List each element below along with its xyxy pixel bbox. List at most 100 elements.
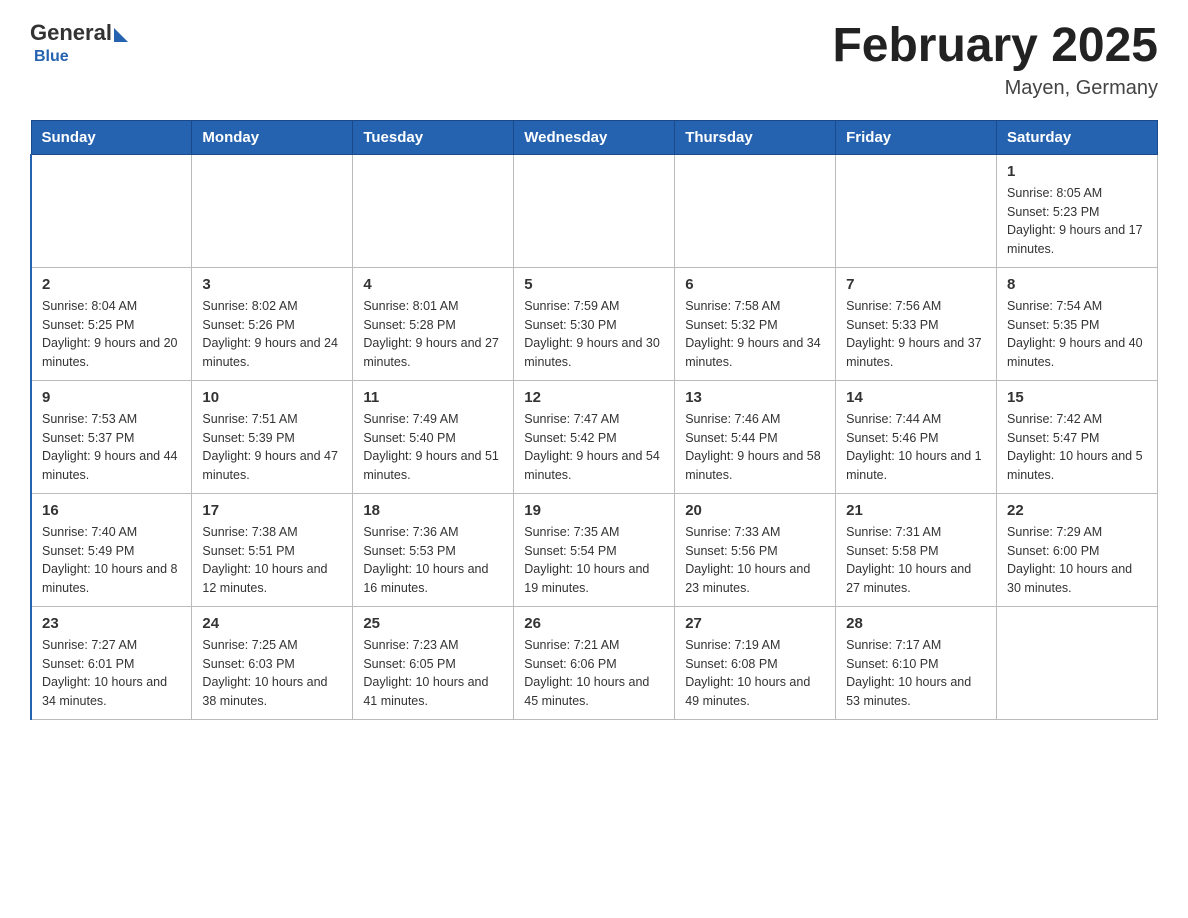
- calendar-cell: 26 Sunrise: 7:21 AMSunset: 6:06 PMDayligh…: [514, 606, 675, 719]
- calendar-cell: 4 Sunrise: 8:01 AMSunset: 5:28 PMDaylight…: [353, 267, 514, 380]
- calendar-cell: 13Sunrise: 7:46 AMSunset: 5:44 PMDayligh…: [675, 380, 836, 493]
- day-number: 23: [42, 615, 181, 632]
- calendar-cell: 8 Sunrise: 7:54 AMSunset: 5:35 PMDaylight…: [997, 267, 1158, 380]
- calendar-cell: 14 Sunrise: 7:44 AMSunset: 5:46 PMDayligh…: [836, 380, 997, 493]
- calendar-cell: 24 Sunrise: 7:25 AMSunset: 6:03 PMDayligh…: [192, 606, 353, 719]
- calendar-cell: 19 Sunrise: 7:35 AMSunset: 5:54 PMDayligh…: [514, 493, 675, 606]
- calendar-week-5: 23 Sunrise: 7:27 AMSunset: 6:01 PMDayligh…: [31, 606, 1158, 719]
- day-header-tuesday: Tuesday: [353, 120, 514, 154]
- day-number: 8: [1007, 276, 1147, 293]
- day-number: 5: [524, 276, 664, 293]
- day-header-monday: Monday: [192, 120, 353, 154]
- calendar-subtitle: Mayen, Germany: [832, 77, 1158, 100]
- calendar-cell: 15 Sunrise: 7:42 AMSunset: 5:47 PMDayligh…: [997, 380, 1158, 493]
- calendar-cell: 28Sunrise: 7:17 AMSunset: 6:10 PMDayligh…: [836, 606, 997, 719]
- day-info: Sunrise: 8:02 AMSunset: 5:26 PMDaylight:…: [202, 297, 342, 372]
- calendar-body: 1 Sunrise: 8:05 AMSunset: 5:23 PMDaylight…: [31, 154, 1158, 719]
- calendar-cell: 6 Sunrise: 7:58 AMSunset: 5:32 PMDaylight…: [675, 267, 836, 380]
- calendar-week-3: 9Sunrise: 7:53 AMSunset: 5:37 PMDaylight…: [31, 380, 1158, 493]
- day-number: 21: [846, 502, 986, 519]
- day-info: Sunrise: 8:04 AMSunset: 5:25 PMDaylight:…: [42, 297, 181, 372]
- day-info: Sunrise: 7:59 AMSunset: 5:30 PMDaylight:…: [524, 297, 664, 372]
- day-number: 20: [685, 502, 825, 519]
- calendar-cell: 2 Sunrise: 8:04 AMSunset: 5:25 PMDaylight…: [31, 267, 192, 380]
- calendar-cell: 16 Sunrise: 7:40 AMSunset: 5:49 PMDayligh…: [31, 493, 192, 606]
- calendar-cell: [31, 154, 192, 267]
- day-info: Sunrise: 7:33 AMSunset: 5:56 PMDaylight:…: [685, 523, 825, 598]
- day-number: 14: [846, 389, 986, 406]
- calendar-title: February 2025: [832, 20, 1158, 73]
- day-number: 9: [42, 389, 181, 406]
- day-number: 7: [846, 276, 986, 293]
- day-info: Sunrise: 7:58 AMSunset: 5:32 PMDaylight:…: [685, 297, 825, 372]
- day-number: 10: [202, 389, 342, 406]
- calendar-cell: 23 Sunrise: 7:27 AMSunset: 6:01 PMDayligh…: [31, 606, 192, 719]
- day-number: 3: [202, 276, 342, 293]
- calendar-cell: [675, 154, 836, 267]
- day-header-friday: Friday: [836, 120, 997, 154]
- day-number: 27: [685, 615, 825, 632]
- day-number: 18: [363, 502, 503, 519]
- calendar-cell: [836, 154, 997, 267]
- page-header: General Blue February 2025 Mayen, German…: [30, 20, 1158, 100]
- logo: General Blue: [30, 20, 128, 66]
- day-info: Sunrise: 7:27 AMSunset: 6:01 PMDaylight:…: [42, 636, 181, 711]
- day-info: Sunrise: 7:51 AMSunset: 5:39 PMDaylight:…: [202, 410, 342, 485]
- day-number: 15: [1007, 389, 1147, 406]
- day-info: Sunrise: 7:49 AMSunset: 5:40 PMDaylight:…: [363, 410, 503, 485]
- day-number: 24: [202, 615, 342, 632]
- calendar-cell: 25Sunrise: 7:23 AMSunset: 6:05 PMDayligh…: [353, 606, 514, 719]
- calendar-cell: 17Sunrise: 7:38 AMSunset: 5:51 PMDayligh…: [192, 493, 353, 606]
- calendar-cell: [514, 154, 675, 267]
- day-number: 4: [363, 276, 503, 293]
- day-number: 16: [42, 502, 181, 519]
- calendar-cell: [353, 154, 514, 267]
- day-number: 26: [524, 615, 664, 632]
- day-info: Sunrise: 7:44 AMSunset: 5:46 PMDaylight:…: [846, 410, 986, 485]
- calendar-week-1: 1 Sunrise: 8:05 AMSunset: 5:23 PMDaylight…: [31, 154, 1158, 267]
- day-info: Sunrise: 7:23 AMSunset: 6:05 PMDaylight:…: [363, 636, 503, 711]
- day-info: Sunrise: 7:21 AMSunset: 6:06 PMDaylight:…: [524, 636, 664, 711]
- calendar-header: SundayMondayTuesdayWednesdayThursdayFrid…: [31, 120, 1158, 154]
- calendar-cell: 1 Sunrise: 8:05 AMSunset: 5:23 PMDaylight…: [997, 154, 1158, 267]
- calendar-cell: 7 Sunrise: 7:56 AMSunset: 5:33 PMDaylight…: [836, 267, 997, 380]
- logo-blue-text: Blue: [34, 48, 69, 66]
- day-info: Sunrise: 7:36 AMSunset: 5:53 PMDaylight:…: [363, 523, 503, 598]
- calendar-cell: 5 Sunrise: 7:59 AMSunset: 5:30 PMDaylight…: [514, 267, 675, 380]
- calendar-cell: 20 Sunrise: 7:33 AMSunset: 5:56 PMDayligh…: [675, 493, 836, 606]
- day-info: Sunrise: 7:35 AMSunset: 5:54 PMDaylight:…: [524, 523, 664, 598]
- day-info: Sunrise: 7:31 AMSunset: 5:58 PMDaylight:…: [846, 523, 986, 598]
- calendar-cell: 12Sunrise: 7:47 AMSunset: 5:42 PMDayligh…: [514, 380, 675, 493]
- day-info: Sunrise: 7:25 AMSunset: 6:03 PMDaylight:…: [202, 636, 342, 711]
- calendar-cell: 9Sunrise: 7:53 AMSunset: 5:37 PMDaylight…: [31, 380, 192, 493]
- calendar-cell: 21 Sunrise: 7:31 AMSunset: 5:58 PMDayligh…: [836, 493, 997, 606]
- day-info: Sunrise: 8:05 AMSunset: 5:23 PMDaylight:…: [1007, 184, 1147, 259]
- logo-general-text: General: [30, 20, 112, 46]
- calendar-cell: [997, 606, 1158, 719]
- calendar-cell: 3 Sunrise: 8:02 AMSunset: 5:26 PMDaylight…: [192, 267, 353, 380]
- days-of-week-row: SundayMondayTuesdayWednesdayThursdayFrid…: [31, 120, 1158, 154]
- day-number: 19: [524, 502, 664, 519]
- calendar-table: SundayMondayTuesdayWednesdayThursdayFrid…: [30, 120, 1158, 720]
- day-number: 22: [1007, 502, 1147, 519]
- day-number: 13: [685, 389, 825, 406]
- day-info: Sunrise: 7:47 AMSunset: 5:42 PMDaylight:…: [524, 410, 664, 485]
- day-number: 6: [685, 276, 825, 293]
- day-header-sunday: Sunday: [31, 120, 192, 154]
- day-info: Sunrise: 7:54 AMSunset: 5:35 PMDaylight:…: [1007, 297, 1147, 372]
- title-block: February 2025 Mayen, Germany: [832, 20, 1158, 100]
- calendar-cell: 18 Sunrise: 7:36 AMSunset: 5:53 PMDayligh…: [353, 493, 514, 606]
- day-info: Sunrise: 8:01 AMSunset: 5:28 PMDaylight:…: [363, 297, 503, 372]
- logo-triangle-icon: [114, 28, 128, 42]
- day-number: 2: [42, 276, 181, 293]
- day-header-saturday: Saturday: [997, 120, 1158, 154]
- day-info: Sunrise: 7:56 AMSunset: 5:33 PMDaylight:…: [846, 297, 986, 372]
- calendar-cell: [192, 154, 353, 267]
- day-info: Sunrise: 7:19 AMSunset: 6:08 PMDaylight:…: [685, 636, 825, 711]
- day-number: 11: [363, 389, 503, 406]
- day-info: Sunrise: 7:42 AMSunset: 5:47 PMDaylight:…: [1007, 410, 1147, 485]
- day-number: 28: [846, 615, 986, 632]
- day-header-wednesday: Wednesday: [514, 120, 675, 154]
- day-info: Sunrise: 7:40 AMSunset: 5:49 PMDaylight:…: [42, 523, 181, 598]
- day-number: 1: [1007, 163, 1147, 180]
